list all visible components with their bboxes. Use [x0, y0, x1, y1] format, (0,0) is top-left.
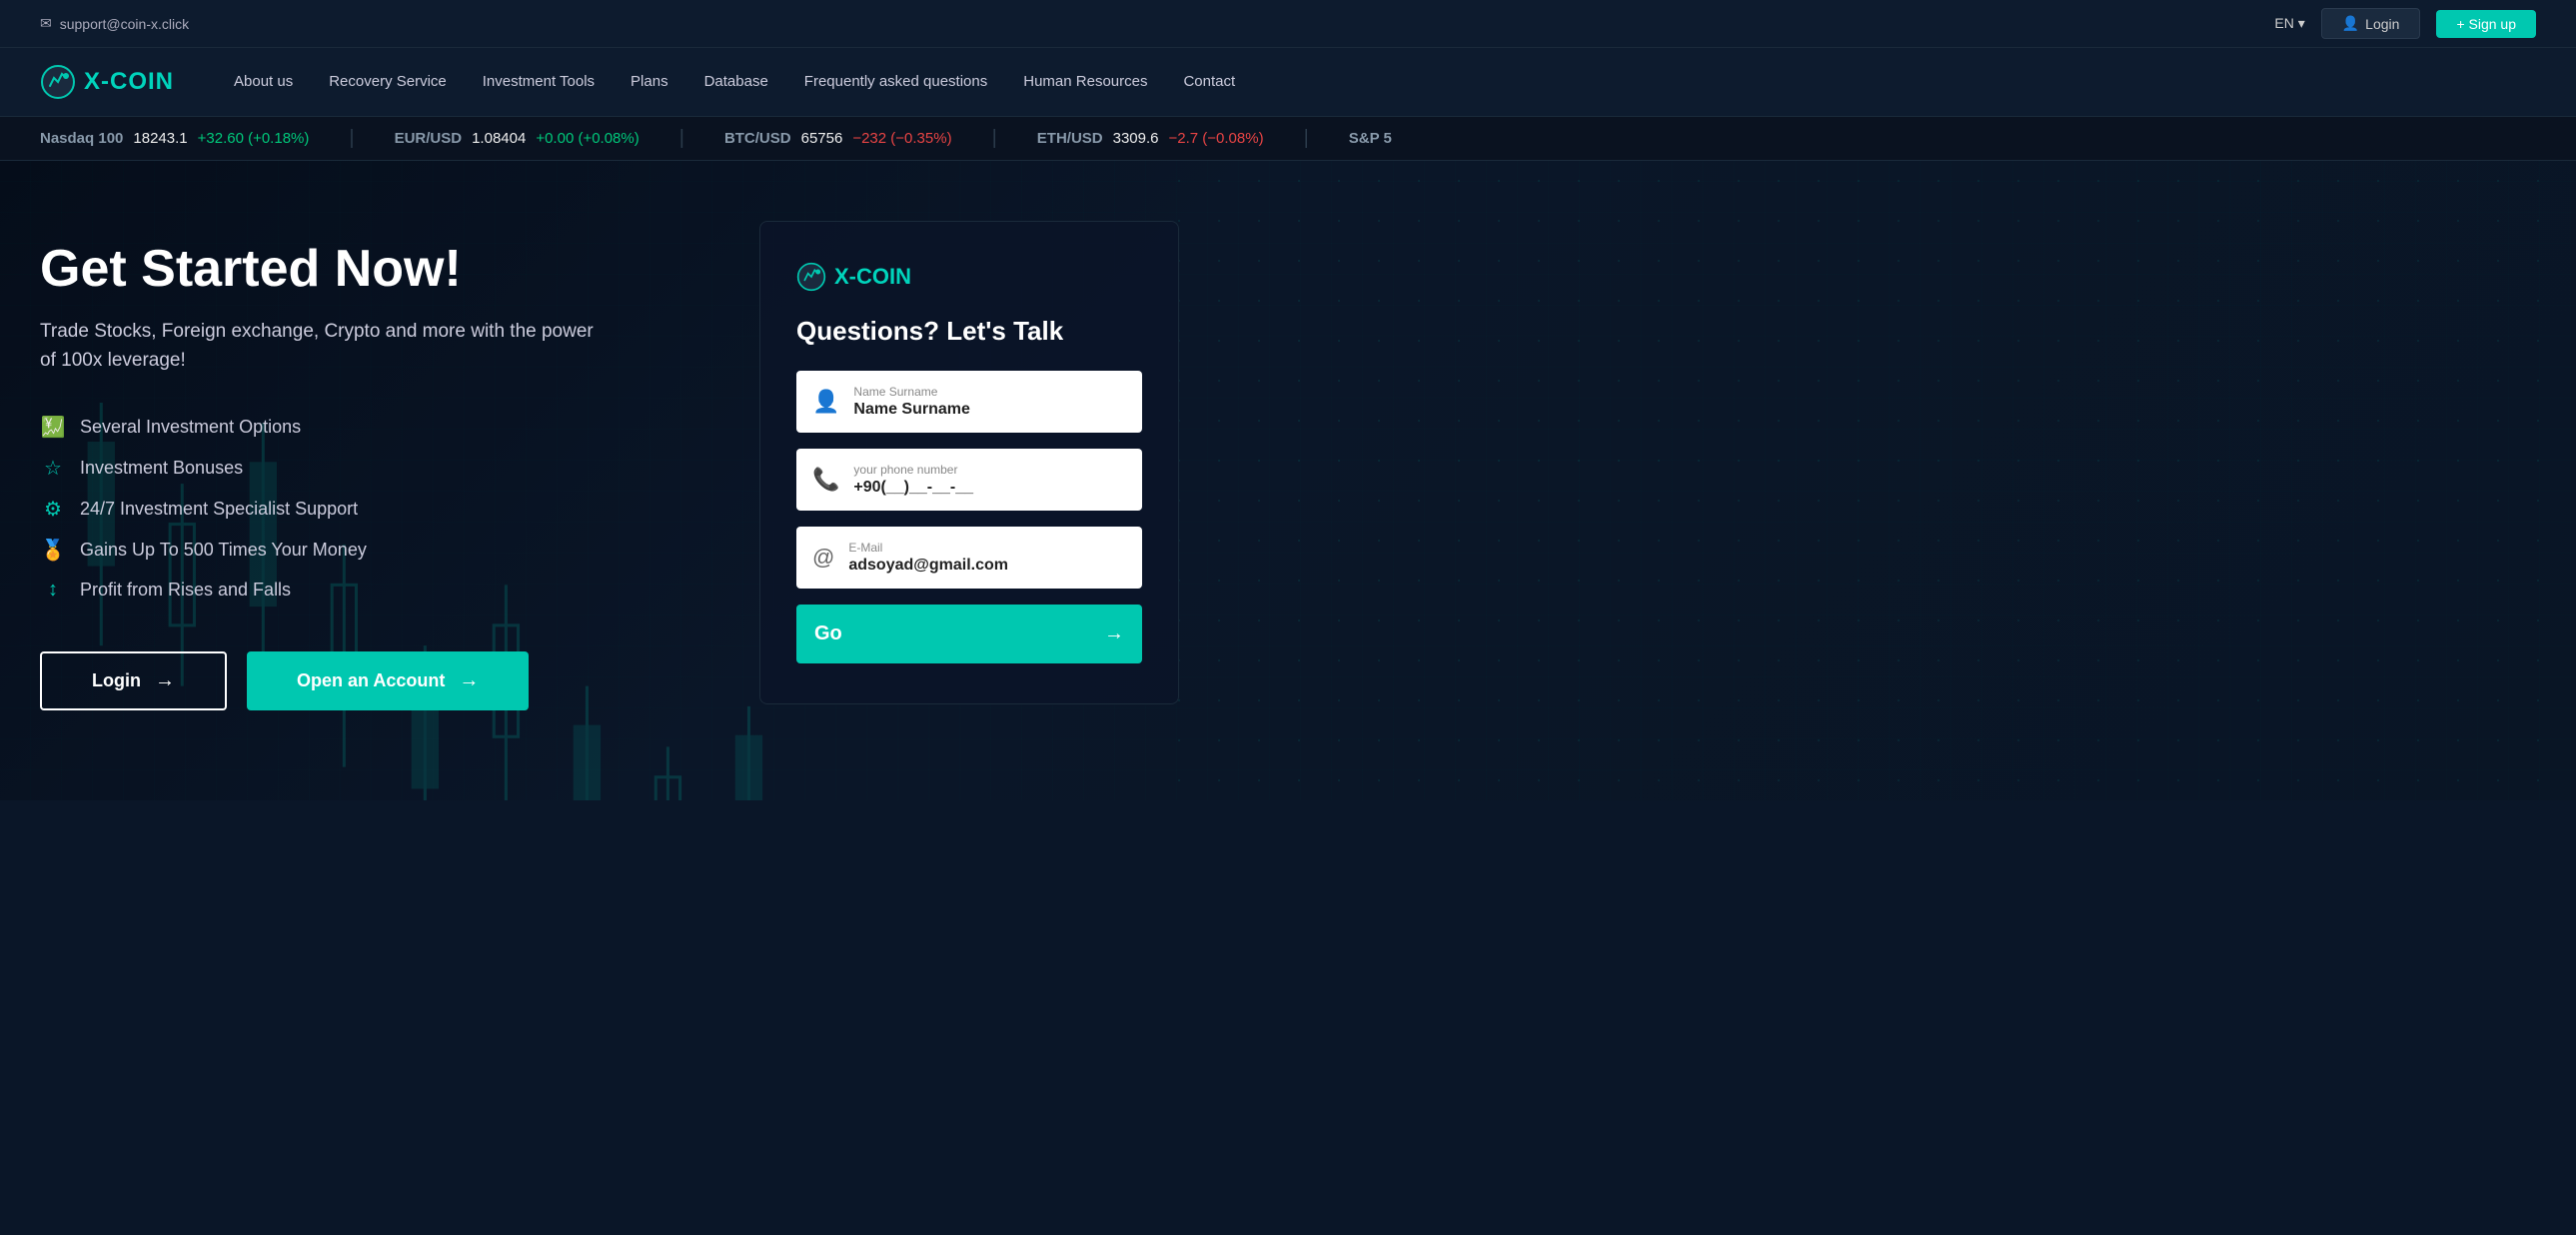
- ticker-nasdaq-label: Nasdaq 100: [40, 130, 123, 147]
- ticker-btcusd-value: 65756: [801, 130, 843, 147]
- gains-icon: 🏅: [40, 538, 66, 563]
- ticker-ethusd-value: 3309.6: [1113, 130, 1159, 147]
- nav-hr[interactable]: Human Resources: [1023, 73, 1147, 90]
- feature-gains-text: Gains Up To 500 Times Your Money: [80, 540, 367, 561]
- go-arrow-icon: →: [1104, 622, 1124, 645]
- ticker-btcusd: BTC/USD 65756 −232 (−0.35%): [724, 130, 952, 147]
- name-input[interactable]: [853, 401, 1126, 419]
- ticker-eurusd-label: EUR/USD: [395, 130, 463, 147]
- ticker-sp5-label: S&P 5: [1349, 130, 1392, 147]
- top-login-button[interactable]: 👤 Login: [2321, 8, 2421, 39]
- ticker-eurusd: EUR/USD 1.08404 +0.00 (+0.08%): [395, 130, 640, 147]
- top-signup-button[interactable]: + Sign up: [2436, 10, 2536, 38]
- feature-bonuses: ☆ Investment Bonuses: [40, 456, 719, 481]
- ticker-div-4: |: [1304, 127, 1309, 150]
- ticker-btcusd-label: BTC/USD: [724, 130, 791, 147]
- card-title: Questions? Let's Talk: [796, 316, 1142, 347]
- nav-faq[interactable]: Frequently asked questions: [804, 73, 987, 90]
- ticker-nasdaq: Nasdaq 100 18243.1 +32.60 (+0.18%): [40, 130, 309, 147]
- card-logo-text: X-COIN: [834, 264, 911, 290]
- feature-support-text: 24/7 Investment Specialist Support: [80, 499, 358, 520]
- logo-text: X-COIN: [84, 68, 174, 96]
- ticker-div-2: |: [679, 127, 684, 150]
- card-logo-icon: [796, 262, 826, 292]
- name-field[interactable]: 👤 Name Surname: [796, 371, 1142, 433]
- support-icon: ⚙: [40, 497, 66, 522]
- support-email: support@coin-x.click: [60, 16, 189, 32]
- phone-field-content: your phone number: [853, 463, 1126, 497]
- ticker-ethusd-change: −2.7 (−0.08%): [1169, 130, 1264, 147]
- email-icon: ✉: [40, 15, 52, 32]
- ticker-nasdaq-change: +32.60 (+0.18%): [198, 130, 310, 147]
- profit-icon: ↕: [40, 579, 66, 602]
- nav-database[interactable]: Database: [704, 73, 768, 90]
- top-bar-actions: EN ▾ 👤 Login + Sign up: [2274, 8, 2536, 39]
- ticker-eurusd-value: 1.08404: [472, 130, 526, 147]
- hero-login-button[interactable]: Login →: [40, 651, 227, 710]
- login-arrow-icon: →: [155, 669, 175, 692]
- bonuses-icon: ☆: [40, 456, 66, 481]
- ticker-ethusd-label: ETH/USD: [1037, 130, 1103, 147]
- email-label: E-Mail: [848, 541, 1126, 555]
- person-icon: 👤: [2342, 15, 2359, 32]
- email-area: ✉ support@coin-x.click: [40, 15, 189, 32]
- nav-recovery[interactable]: Recovery Service: [329, 73, 447, 90]
- email-field-icon: @: [812, 545, 834, 571]
- nav-plans[interactable]: Plans: [631, 73, 668, 90]
- hero-title: Get Started Now!: [40, 241, 719, 298]
- top-bar: ✉ support@coin-x.click EN ▾ 👤 Login + Si…: [0, 0, 2576, 48]
- logo[interactable]: X-COIN: [40, 64, 174, 100]
- ticker-div-1: |: [349, 127, 354, 150]
- person-field-icon: 👤: [812, 389, 839, 415]
- name-field-content: Name Surname: [853, 385, 1126, 419]
- feature-investment-options: 💹 Several Investment Options: [40, 415, 719, 440]
- feature-investment-options-text: Several Investment Options: [80, 417, 301, 438]
- phone-field-icon: 📞: [812, 467, 839, 493]
- feature-support: ⚙ 24/7 Investment Specialist Support: [40, 497, 719, 522]
- email-input[interactable]: [848, 557, 1126, 575]
- name-label: Name Surname: [853, 385, 1126, 399]
- hero-buttons: Login → Open an Account →: [40, 651, 719, 710]
- email-field[interactable]: @ E-Mail: [796, 527, 1142, 589]
- features-list: 💹 Several Investment Options ☆ Investmen…: [40, 415, 719, 602]
- phone-input[interactable]: [853, 479, 1126, 497]
- phone-field[interactable]: 📞 your phone number: [796, 449, 1142, 511]
- hero-account-button[interactable]: Open an Account →: [247, 651, 529, 710]
- nav-contact[interactable]: Contact: [1183, 73, 1235, 90]
- ticker-eurusd-change: +0.00 (+0.08%): [536, 130, 639, 147]
- ticker-bar: Nasdaq 100 18243.1 +32.60 (+0.18%) | EUR…: [0, 117, 2576, 161]
- hero-subtitle: Trade Stocks, Foreign exchange, Crypto a…: [40, 318, 600, 375]
- ticker-nasdaq-value: 18243.1: [133, 130, 187, 147]
- phone-label: your phone number: [853, 463, 1126, 477]
- lang-selector[interactable]: EN ▾: [2274, 15, 2304, 32]
- investment-options-icon: 💹: [40, 415, 66, 440]
- hero-section: Get Started Now! Trade Stocks, Foreign e…: [0, 161, 2576, 800]
- account-arrow-icon: →: [459, 669, 479, 692]
- main-nav: X-COIN About us Recovery Service Investm…: [0, 48, 2576, 117]
- nav-about[interactable]: About us: [234, 73, 293, 90]
- nav-links: About us Recovery Service Investment Too…: [234, 73, 2536, 91]
- feature-profit-text: Profit from Rises and Falls: [80, 580, 291, 601]
- nav-investment-tools[interactable]: Investment Tools: [483, 73, 595, 90]
- ticker-btcusd-change: −232 (−0.35%): [852, 130, 951, 147]
- go-button[interactable]: Go →: [796, 605, 1142, 663]
- ticker-div-3: |: [992, 127, 997, 150]
- contact-card: X-COIN Questions? Let's Talk 👤 Name Surn…: [759, 221, 1179, 704]
- card-logo: X-COIN: [796, 262, 1142, 292]
- email-field-content: E-Mail: [848, 541, 1126, 575]
- hero-hex-overlay: [1159, 161, 2576, 800]
- feature-gains: 🏅 Gains Up To 500 Times Your Money: [40, 538, 719, 563]
- hero-content: Get Started Now! Trade Stocks, Foreign e…: [40, 221, 719, 710]
- ticker-ethusd: ETH/USD 3309.6 −2.7 (−0.08%): [1037, 130, 1264, 147]
- ticker-sp5: S&P 5: [1349, 130, 1392, 147]
- feature-bonuses-text: Investment Bonuses: [80, 458, 243, 479]
- feature-profit: ↕ Profit from Rises and Falls: [40, 579, 719, 602]
